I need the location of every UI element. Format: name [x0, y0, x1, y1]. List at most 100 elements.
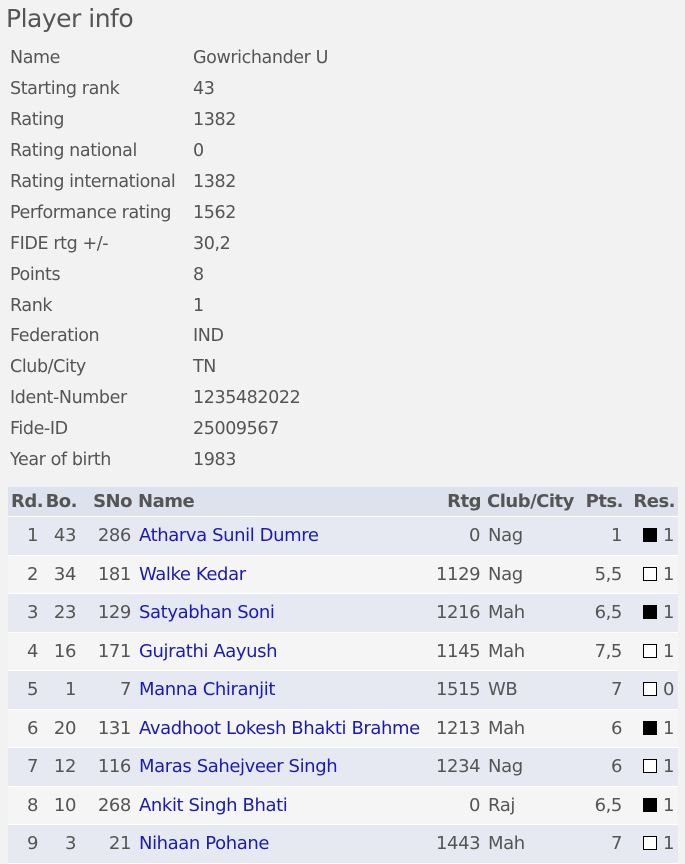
rating-cell: 0 [468, 525, 480, 547]
black-piece-icon [642, 605, 657, 620]
opponent-link[interactable]: Walke Kedar [139, 564, 246, 585]
player-info-table: Name Gowrichander U Starting rank 43 Rating 1… [10, 43, 328, 475]
sno-cell: 129 [97, 602, 132, 624]
info-label: Fide-ID [10, 419, 68, 440]
white-piece-icon [642, 643, 657, 658]
column-header: Bo. [42, 487, 80, 517]
opponent-link[interactable]: Nihaan Pohane [139, 833, 269, 854]
sno-cell: 268 [97, 794, 132, 816]
result-cell: 1 [626, 709, 678, 748]
opponent-link[interactable]: Atharva Sunil Dumre [139, 525, 319, 546]
column-header: Pts. [582, 487, 626, 517]
info-value: 1562 [193, 202, 236, 223]
points-cell: 6 [610, 717, 622, 739]
board-cell: 43 [53, 525, 77, 547]
table-row: 9 3 21 Nihaan Pohane 1443 Mah 7 1 [8, 824, 678, 864]
result-cell: 1 [626, 748, 678, 787]
info-value: TN [193, 357, 216, 378]
info-label: Rating international [10, 172, 176, 192]
info-row: Points 8 [10, 259, 328, 290]
info-value: 1382 [193, 110, 236, 131]
result-value: 1 [662, 833, 674, 855]
white-piece-icon [642, 566, 657, 581]
round-cell: 4 [26, 640, 38, 662]
table-header: Rd. Bo. SNo Name Rtg Club/City Pts. Res. [8, 487, 678, 517]
sno-cell: 131 [97, 717, 132, 739]
board-cell: 1 [64, 679, 76, 701]
opponent-link[interactable]: Avadhoot Lokesh Bhakti Brahme [139, 718, 420, 739]
info-label: Ident-Number [10, 388, 127, 409]
result-cell: 0 [626, 671, 678, 710]
info-label: Rating national [10, 141, 137, 162]
table-row: 3 23 129 Satyabhan Soni 1216 Mah 6,5 1 [8, 593, 678, 633]
result-value: 1 [662, 563, 674, 585]
black-piece-icon [642, 797, 657, 812]
column-header: Rd. [8, 487, 44, 517]
rating-cell: 1216 [436, 602, 481, 624]
table-row: 1 43 286 Atharva Sunil Dumre 0 Nag 1 1 [8, 516, 678, 556]
info-value: Gowrichander U [193, 48, 329, 69]
board-cell: 16 [53, 640, 77, 662]
round-cell: 6 [26, 717, 38, 739]
info-value: 1235482022 [193, 388, 301, 409]
rating-cell: 1129 [436, 563, 481, 585]
white-piece-icon [642, 682, 657, 697]
white-piece-icon [642, 759, 657, 774]
info-value: 1983 [193, 450, 236, 471]
points-cell: 6,5 [594, 794, 623, 816]
info-label: Points [10, 264, 61, 285]
result-cell: 1 [626, 555, 678, 594]
sno-cell: 286 [97, 525, 132, 547]
board-cell: 34 [53, 563, 77, 585]
sno-cell: 171 [97, 640, 132, 662]
info-value: 43 [193, 79, 215, 100]
info-value: 1 [193, 295, 204, 316]
info-row: Name Gowrichander U [10, 43, 328, 74]
result-cell: 1 [626, 825, 678, 864]
club-cell: Raj [488, 794, 515, 816]
info-label: Club/City [10, 357, 86, 378]
rating-cell: 1145 [436, 640, 481, 662]
result-cell: 1 [626, 786, 678, 825]
round-cell: 1 [26, 525, 38, 547]
info-row: FIDE rtg +/- 30,2 [10, 228, 328, 259]
info-label: Starting rank [10, 79, 120, 100]
sno-cell: 7 [119, 679, 131, 701]
points-cell: 7 [610, 679, 622, 701]
info-row: Federation IND [10, 321, 328, 352]
points-cell: 7,5 [594, 640, 623, 662]
rating-cell: 0 [468, 794, 480, 816]
result-cell: 1 [626, 517, 678, 556]
opponent-link[interactable]: Satyabhan Soni [139, 602, 275, 623]
opponent-link[interactable]: Manna Chiranjit [139, 679, 275, 700]
round-cell: 5 [26, 679, 38, 701]
opponent-link[interactable]: Ankit Singh Bhati [139, 795, 288, 816]
black-piece-icon [642, 720, 657, 735]
rating-cell: 1213 [436, 717, 481, 739]
result-cell: 1 [626, 632, 678, 671]
info-value: 0 [193, 141, 204, 162]
opponent-link[interactable]: Gujrathi Aayush [139, 641, 278, 662]
result-cell: 1 [626, 594, 678, 633]
info-value: 30,2 [193, 233, 231, 254]
rating-cell: 1443 [436, 833, 481, 855]
club-cell: Mah [488, 602, 525, 624]
round-cell: 9 [26, 833, 38, 855]
sno-cell: 21 [108, 833, 132, 855]
points-cell: 7 [610, 833, 622, 855]
result-value: 1 [662, 525, 674, 547]
info-value: 1382 [193, 172, 236, 192]
board-cell: 10 [53, 794, 77, 816]
white-piece-icon [642, 836, 657, 851]
column-header: Rtg [432, 487, 484, 517]
table-row: 8 10 268 Ankit Singh Bhati 0 Raj 6,5 1 [8, 786, 678, 825]
info-label: Name [10, 48, 61, 69]
opponent-link[interactable]: Maras Sahejveer Singh [139, 756, 338, 777]
rating-cell: 1234 [436, 756, 481, 778]
result-value: 1 [662, 640, 674, 662]
club-cell: WB [488, 679, 518, 701]
sno-cell: 181 [97, 563, 132, 585]
info-row: Rating 1382 [10, 105, 328, 136]
result-value: 1 [662, 717, 674, 739]
result-value: 1 [662, 794, 674, 816]
